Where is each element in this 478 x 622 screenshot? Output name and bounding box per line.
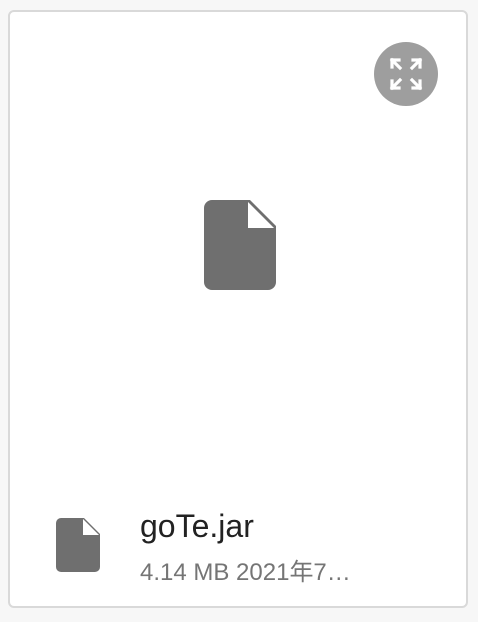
expand-icon xyxy=(389,57,423,91)
file-name: goTe.jar xyxy=(140,508,254,544)
file-card[interactable]: goTe.jar 4.14 MB 2021年7… xyxy=(8,10,468,608)
file-details: 4.14 MB 2021年7… xyxy=(140,559,351,586)
expand-button[interactable] xyxy=(374,42,438,106)
file-icon xyxy=(56,518,100,572)
file-icon xyxy=(204,200,276,290)
